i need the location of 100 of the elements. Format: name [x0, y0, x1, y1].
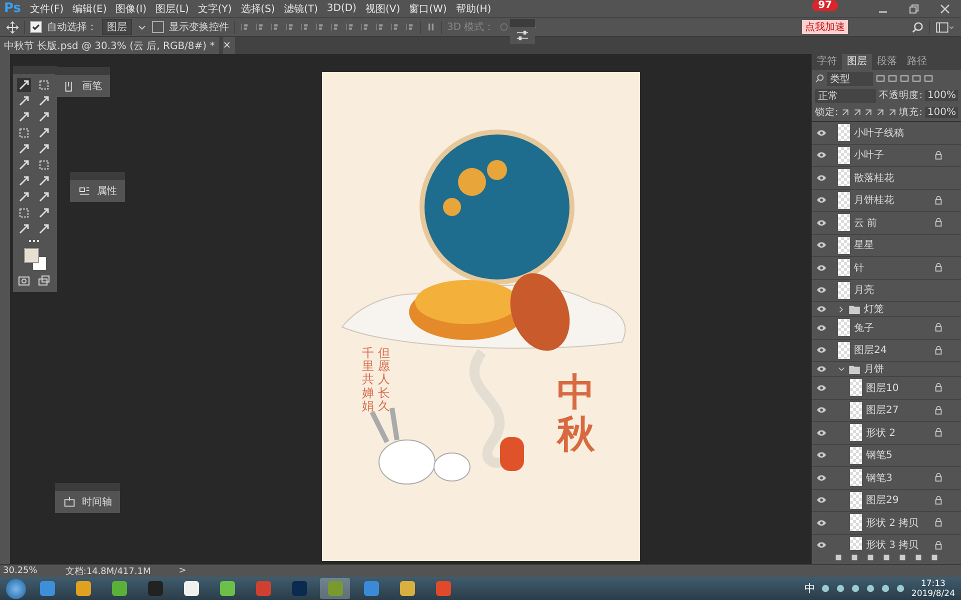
menu-item[interactable]: 窗口(W) — [409, 2, 447, 16]
layer-row[interactable]: 月饼桂花 — [812, 190, 961, 212]
more-tools-icon[interactable] — [29, 240, 41, 244]
move-tool-icon[interactable] — [17, 78, 31, 92]
eye-icon[interactable] — [816, 365, 826, 373]
align-icon[interactable] — [390, 22, 400, 32]
layer-row[interactable]: 图层29 — [812, 490, 961, 512]
eye-icon[interactable] — [816, 324, 826, 332]
marquee-tool-icon[interactable] — [37, 78, 51, 92]
eye-icon[interactable] — [816, 451, 826, 460]
layer-row[interactable]: 图层24 — [812, 340, 961, 362]
eye-icon[interactable] — [816, 196, 826, 204]
panel-tab[interactable]: 图层 — [842, 54, 872, 70]
align-icon[interactable] — [405, 22, 415, 32]
layer-row[interactable]: 散落桂花 — [812, 167, 961, 190]
restore-icon[interactable] — [908, 2, 920, 14]
menu-item[interactable]: 滤镜(T) — [284, 2, 318, 16]
eye-icon[interactable] — [816, 541, 826, 550]
lock-option-icon[interactable] — [852, 108, 862, 117]
adjustments-panel[interactable] — [510, 19, 535, 44]
distribute-icon[interactable] — [426, 22, 436, 32]
speed-label[interactable]: 点我加速 — [802, 20, 848, 34]
eye-icon[interactable] — [816, 384, 826, 392]
lock-option-icon[interactable] — [841, 108, 850, 117]
align-icon[interactable] — [270, 22, 280, 32]
menu-item[interactable]: 图层(L) — [156, 2, 189, 16]
move-icon[interactable] — [6, 20, 19, 34]
workspace-icon[interactable] — [935, 20, 955, 34]
auto-select-checkbox[interactable] — [30, 21, 42, 33]
eye-icon[interactable] — [816, 346, 826, 354]
eye-icon[interactable] — [816, 241, 826, 250]
menu-item[interactable]: 帮助(H) — [456, 2, 492, 16]
lock-option-icon[interactable] — [864, 108, 873, 117]
clock-time[interactable]: 17:13 — [920, 578, 946, 588]
eye-icon[interactable] — [816, 428, 826, 437]
align-icon[interactable] — [315, 22, 325, 32]
eye-icon[interactable] — [816, 406, 826, 414]
menu-item[interactable]: 文件(F) — [30, 2, 64, 16]
caret-icon[interactable] — [838, 366, 845, 372]
screen-mode-icon[interactable] — [37, 274, 51, 288]
panel-tab[interactable]: 路径 — [902, 54, 932, 70]
caret-icon[interactable] — [838, 306, 845, 312]
menu-item[interactable]: 3D(D) — [326, 3, 356, 14]
close-icon[interactable] — [939, 2, 951, 14]
eye-icon[interactable] — [816, 218, 826, 227]
blend-mode-dropdown[interactable]: 正常 — [815, 88, 876, 102]
layer-row[interactable]: 图层10 — [812, 377, 961, 400]
search-icon[interactable] — [911, 20, 924, 34]
show-transform-checkbox[interactable] — [152, 21, 164, 33]
floating-panel[interactable]: 时间轴 — [55, 483, 120, 513]
eye-icon[interactable] — [816, 151, 826, 160]
input-method-indicator[interactable]: 中 — [804, 581, 816, 596]
layer-row[interactable]: 月饼 — [812, 362, 961, 377]
layer-row[interactable]: 图层27 — [812, 400, 961, 422]
target-dropdown[interactable]: 图层 — [102, 19, 132, 35]
status-menu-arrow[interactable]: > — [178, 566, 186, 576]
quick-mask-icon[interactable] — [17, 274, 31, 288]
panel-tab[interactable]: 段落 — [872, 54, 902, 70]
layer-row[interactable]: 钢笔3 — [812, 467, 961, 490]
align-icon[interactable] — [345, 22, 355, 32]
lock-option-icon[interactable] — [876, 108, 885, 117]
lock-option-icon[interactable] — [888, 108, 896, 117]
layer-row[interactable]: 形状 2 拷贝 — [812, 512, 961, 534]
tab-close-button[interactable]: × — [222, 37, 236, 54]
menu-item[interactable]: 视图(V) — [365, 2, 400, 16]
align-icon[interactable] — [375, 22, 385, 32]
panel-tab[interactable]: 字符 — [812, 54, 842, 70]
eye-icon[interactable] — [816, 264, 826, 272]
align-icon[interactable] — [240, 22, 250, 32]
layer-row[interactable]: 形状 2 — [812, 422, 961, 444]
align-icon[interactable] — [255, 22, 265, 32]
eye-icon[interactable] — [816, 474, 826, 482]
filter-dropdown[interactable]: 类型 — [827, 72, 873, 86]
fill-field[interactable]: 100% — [925, 107, 958, 118]
eye-icon[interactable] — [816, 286, 826, 294]
menu-item[interactable]: 编辑(E) — [72, 2, 107, 16]
menu-item[interactable]: 图像(I) — [116, 2, 146, 16]
eye-icon[interactable] — [816, 128, 826, 137]
layer-row[interactable]: 云 前 — [812, 212, 961, 234]
layer-row[interactable]: 月亮 — [812, 280, 961, 302]
eye-icon[interactable] — [816, 174, 826, 182]
floating-panel[interactable]: 画笔 — [55, 67, 110, 97]
layer-row[interactable]: 兔子 — [812, 317, 961, 340]
align-icon[interactable] — [300, 22, 310, 32]
align-icon[interactable] — [285, 22, 295, 32]
eye-icon[interactable] — [816, 518, 826, 527]
menu-item[interactable]: 选择(S) — [240, 2, 275, 16]
menu-item[interactable]: 文字(Y) — [198, 2, 232, 16]
eye-icon[interactable] — [816, 496, 826, 504]
floating-panel[interactable]: 属性 — [70, 172, 125, 202]
layer-row[interactable]: 针 — [812, 257, 961, 280]
speed-badge[interactable]: 97 — [812, 0, 838, 11]
layer-row[interactable]: 星星 — [812, 234, 961, 257]
opacity-field[interactable]: 100% — [925, 90, 958, 101]
layer-row[interactable]: 钢笔5 — [812, 444, 961, 467]
align-icon[interactable] — [360, 22, 370, 32]
align-icon[interactable] — [330, 22, 340, 32]
start-button[interactable] — [6, 578, 26, 598]
layer-row[interactable]: 小叶子 — [812, 144, 961, 167]
document-tab[interactable]: 中秋节 长版.psd @ 30.3% (云 后, RGB/8#) * — [0, 37, 219, 54]
